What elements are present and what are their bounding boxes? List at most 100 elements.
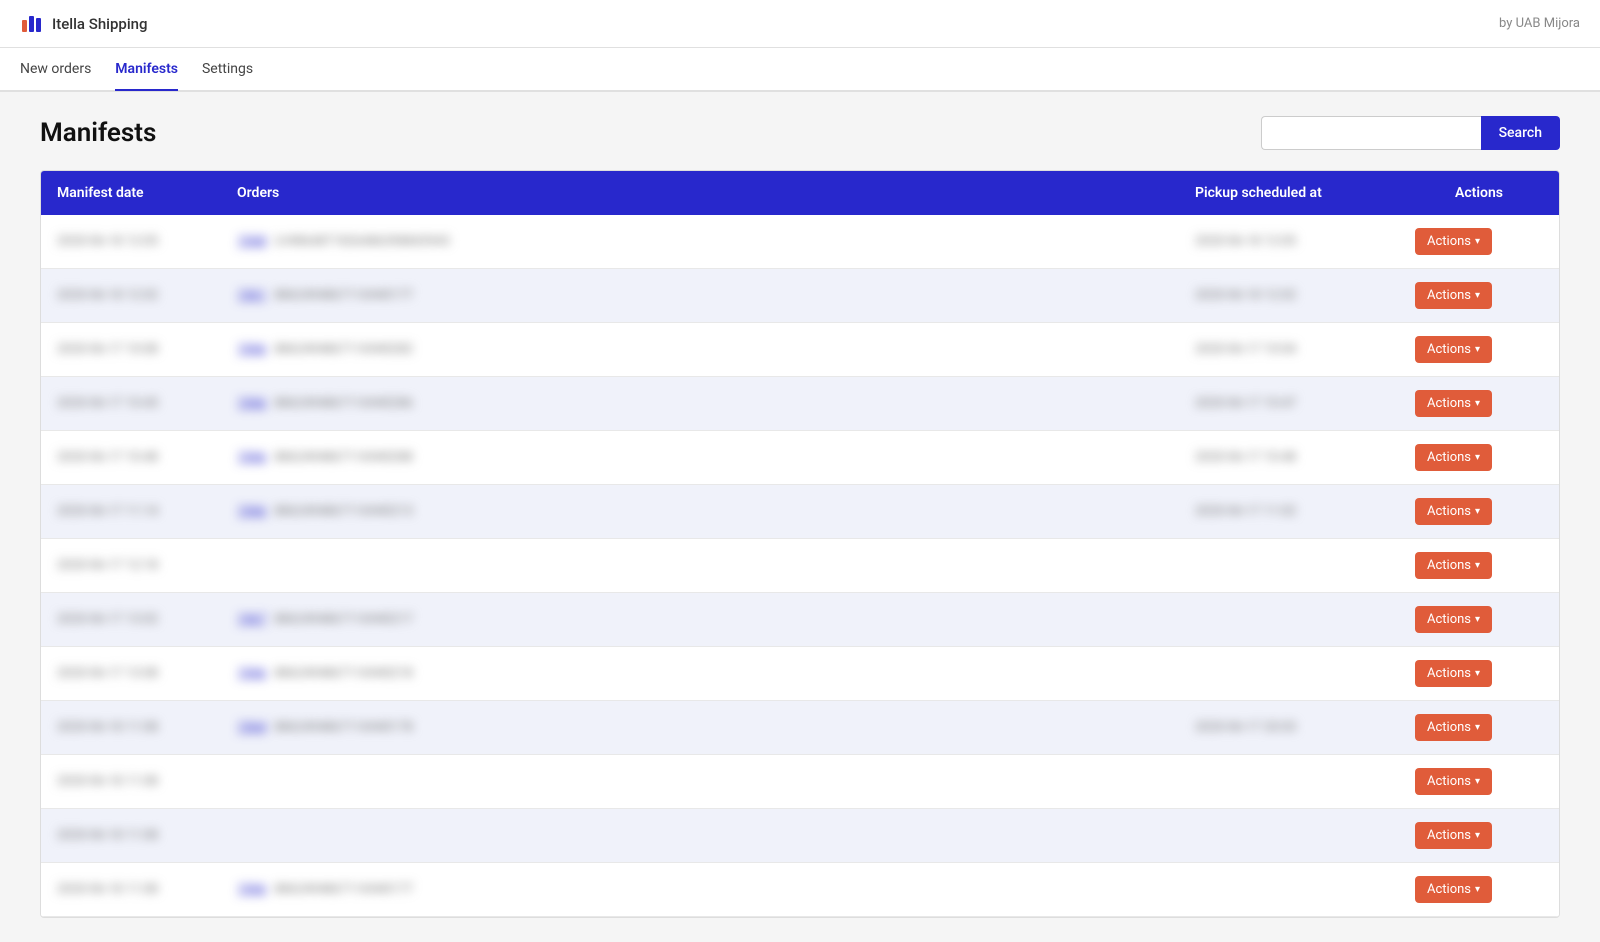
orders-text: 8862494867116940218 <box>274 666 413 681</box>
credit: by UAB Mijora <box>1499 16 1580 31</box>
manifest-date: 2020-06-17 12:18 <box>57 558 158 573</box>
actions-button[interactable]: Actions ▾ <box>1415 714 1492 741</box>
page-title: Manifests <box>40 118 156 148</box>
cell-pickup: 2020-06-18 12:05 <box>1179 215 1399 269</box>
actions-button[interactable]: Actions ▾ <box>1415 444 1492 471</box>
dropdown-arrow-icon: ▾ <box>1475 830 1480 841</box>
orders-count-link[interactable]: 1066 <box>237 342 266 357</box>
actions-button[interactable]: Actions ▾ <box>1415 876 1492 903</box>
col-header-date: Manifest date <box>41 171 221 215</box>
actions-button[interactable]: Actions ▾ <box>1415 282 1492 309</box>
table-row: 2020-06-17 10:08106688624948671169402822… <box>41 323 1559 377</box>
cell-pickup <box>1179 539 1399 593</box>
search-input[interactable] <box>1261 116 1481 150</box>
cell-actions: Actions ▾ <box>1399 809 1559 863</box>
top-bar: Itella Shipping by UAB Mijora <box>0 0 1600 48</box>
orders-text: 8862494867116940288 <box>274 450 413 465</box>
dropdown-arrow-icon: ▾ <box>1475 398 1480 409</box>
dropdown-arrow-icon: ▾ <box>1475 668 1480 679</box>
orders-count-link[interactable]: 1066 <box>237 666 266 681</box>
nav-new-orders[interactable]: New orders <box>20 49 91 91</box>
cell-orders: 10618862494867116940177 <box>221 269 1179 323</box>
search-button[interactable]: Search <box>1481 116 1560 150</box>
cell-actions: Actions ▾ <box>1399 701 1559 755</box>
table-row: 2020-06-17 10:45106688624948671169402862… <box>41 377 1559 431</box>
orders-text: 8862494867116940178 <box>274 720 413 735</box>
table-head: Manifest date Orders Pickup scheduled at… <box>41 171 1559 215</box>
cell-date: 2020-06-17 13:08 <box>41 647 221 701</box>
cell-actions: Actions ▾ <box>1399 431 1559 485</box>
cell-pickup <box>1179 593 1399 647</box>
main-content: Manifests Search Manifest date Orders Pi… <box>20 92 1580 942</box>
cell-date: 2020-06-17 11:14 <box>41 485 221 539</box>
actions-button[interactable]: Actions ▾ <box>1415 390 1492 417</box>
actions-button[interactable]: Actions ▾ <box>1415 228 1492 255</box>
actions-button[interactable]: Actions ▾ <box>1415 822 1492 849</box>
orders-text: 8862494867116940213 <box>274 504 413 519</box>
cell-date: 2020-06-17 13:02 <box>41 593 221 647</box>
actions-button[interactable]: Actions ▾ <box>1415 552 1492 579</box>
cell-orders: 1068 LV#864871826486398843943 <box>221 215 1179 269</box>
table-row: 2020-06-17 13:0210678862494867116940217A… <box>41 593 1559 647</box>
cell-orders <box>221 755 1179 809</box>
pickup-date: 2020-06-18 12:02 <box>1195 288 1296 303</box>
table-row: 2020-06-17 12:18 Actions ▾ <box>41 539 1559 593</box>
nav-settings[interactable]: Settings <box>202 49 253 91</box>
cell-orders: 10668862494867116940282 <box>221 323 1179 377</box>
orders-count-link[interactable]: 1066 <box>237 450 266 465</box>
dropdown-arrow-icon: ▾ <box>1475 506 1480 517</box>
dropdown-arrow-icon: ▾ <box>1475 344 1480 355</box>
manifests-table: Manifest date Orders Pickup scheduled at… <box>41 171 1559 917</box>
pickup-date: 2020-06-17 11:02 <box>1195 504 1296 519</box>
actions-button[interactable]: Actions ▾ <box>1415 606 1492 633</box>
cell-orders <box>221 809 1179 863</box>
manifest-date: 2020-06-17 10:48 <box>57 450 158 465</box>
actions-button[interactable]: Actions ▾ <box>1415 660 1492 687</box>
nav-bar: New orders Manifests Settings <box>0 48 1600 92</box>
cell-date: 2020-06-17 10:48 <box>41 431 221 485</box>
cell-actions: Actions ▾ <box>1399 539 1559 593</box>
pickup-date: 2020-06-17 10:48 <box>1195 450 1296 465</box>
actions-button[interactable]: Actions ▾ <box>1415 336 1492 363</box>
dropdown-arrow-icon: ▾ <box>1475 776 1480 787</box>
orders-count-link[interactable]: 1064 <box>237 720 266 735</box>
cell-pickup: 2020-06-17 10:04 <box>1179 323 1399 377</box>
cell-orders: 1064 8862494867116940178 <box>221 701 1179 755</box>
cell-actions: Actions ▾ <box>1399 863 1559 917</box>
brand-icon <box>20 12 44 36</box>
orders-count-link[interactable]: 1066 <box>237 882 266 897</box>
manifest-date: 2020-06-17 11:14 <box>57 504 158 519</box>
orders-count-link[interactable]: 1066 <box>237 396 266 411</box>
manifest-date: 2020-06-17 10:45 <box>57 396 158 411</box>
cell-actions: Actions ▾ <box>1399 755 1559 809</box>
manifest-date: 2020-06-18 11:08 <box>57 828 158 843</box>
table-row: 2020-06-18 11:08Actions ▾ <box>41 755 1559 809</box>
orders-count-link[interactable]: 1066 <box>237 504 266 519</box>
table-row: 2020-06-17 13:08 1066 8862494867116940218 A… <box>41 647 1559 701</box>
cell-pickup <box>1179 809 1399 863</box>
table-body: 2020-06-18 12:05 1068 LV#86487182648639884… <box>41 215 1559 917</box>
col-header-pickup: Pickup scheduled at <box>1179 171 1399 215</box>
col-header-orders: Orders <box>221 171 1179 215</box>
cell-orders: 1066 8862494867116940218 <box>221 647 1179 701</box>
cell-pickup: 2020-06-17 11:02 <box>1179 485 1399 539</box>
pickup-date: 2020-06-18 12:05 <box>1195 234 1296 249</box>
actions-button[interactable]: Actions ▾ <box>1415 498 1492 525</box>
brand: Itella Shipping <box>20 12 148 36</box>
cell-actions: Actions ▾ <box>1399 377 1559 431</box>
orders-count-link[interactable]: 1067 <box>237 612 266 627</box>
brand-name: Itella Shipping <box>52 15 148 33</box>
manifest-date: 2020-06-18 12:05 <box>57 234 158 249</box>
cell-date: 2020-06-18 11:08 <box>41 809 221 863</box>
cell-orders: 10668862494867116940177 <box>221 863 1179 917</box>
orders-text: LV#864871826486398843943 <box>274 234 450 249</box>
orders-count-link[interactable]: 1061 <box>237 288 266 303</box>
dropdown-arrow-icon: ▾ <box>1475 560 1480 571</box>
table-row: 2020-06-18 11:08106488624948671169401782… <box>41 701 1559 755</box>
orders-count-link[interactable]: 1068 <box>237 234 266 249</box>
actions-button[interactable]: Actions ▾ <box>1415 768 1492 795</box>
dropdown-arrow-icon: ▾ <box>1475 722 1480 733</box>
cell-pickup: 2020-06-17 10:47 <box>1179 377 1399 431</box>
nav-manifests[interactable]: Manifests <box>115 49 178 91</box>
table-row: 2020-06-18 12:05 1068 LV#86487182648639884… <box>41 215 1559 269</box>
